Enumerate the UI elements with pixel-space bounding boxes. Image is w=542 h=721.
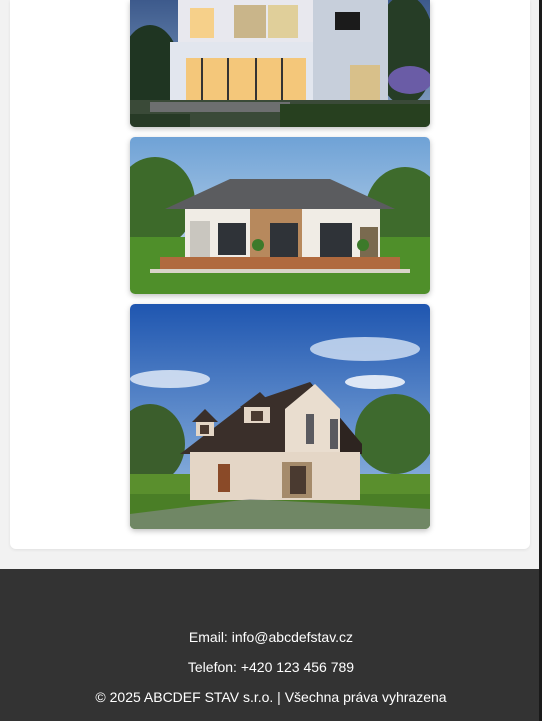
footer-email[interactable]: Email: info@abcdefstav.cz xyxy=(0,629,542,645)
house-photo-dormers[interactable] xyxy=(130,304,430,529)
site-footer: Email: info@abcdefstav.cz Telefon: +420 … xyxy=(0,569,542,721)
gallery-card xyxy=(10,0,530,549)
house-photo-modern[interactable] xyxy=(130,0,430,127)
house-image-bungalow xyxy=(130,137,430,294)
house-image-modern xyxy=(130,0,430,127)
footer-copyright: © 2025 ABCDEF STAV s.r.o. | Všechna práv… xyxy=(95,689,447,705)
footer-phone[interactable]: Telefon: +420 123 456 789 xyxy=(0,659,542,675)
house-photo-bungalow[interactable] xyxy=(130,137,430,294)
house-image-dormers xyxy=(130,304,430,529)
